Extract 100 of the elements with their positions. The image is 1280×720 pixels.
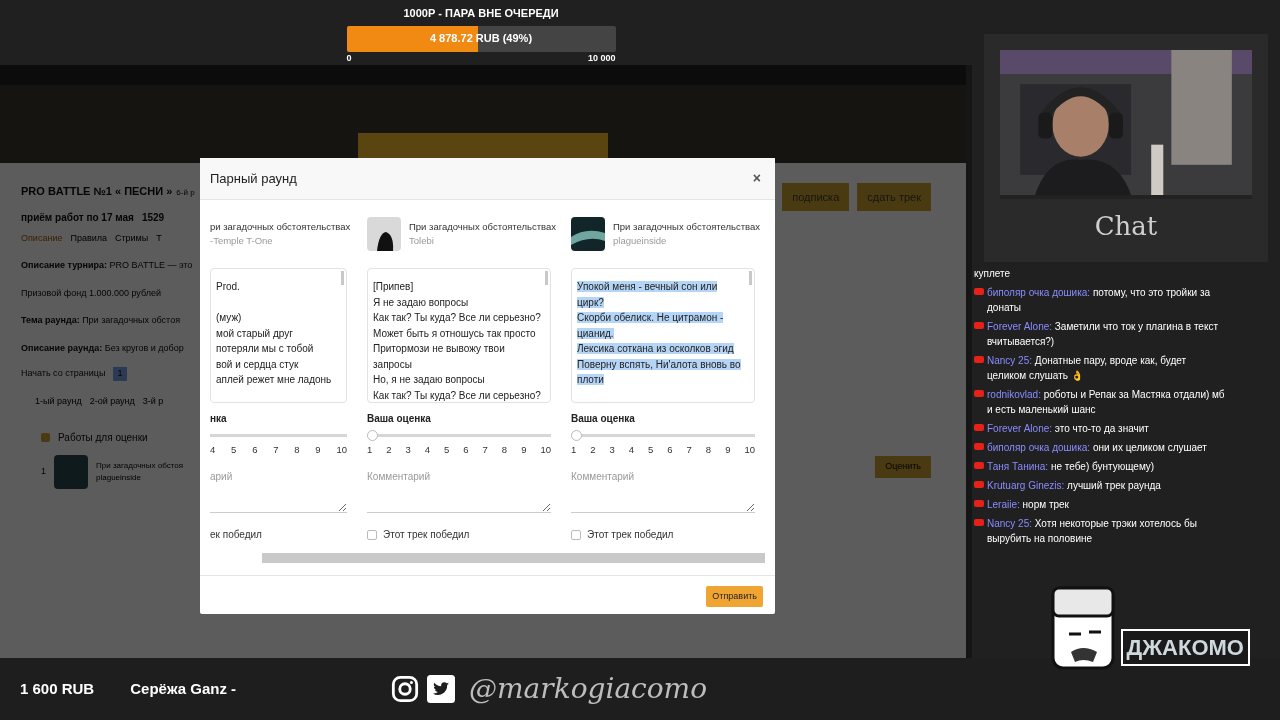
track-title: ри загадочных обстоятельствах: [210, 220, 351, 234]
youtube-icon: [974, 288, 984, 295]
work-cover: [54, 455, 88, 489]
lyrics-line: Как так? Ты куда? Все ли серьезно?: [373, 389, 541, 401]
comment-field[interactable]: арий: [210, 469, 347, 514]
chat-message: Таня Танина: не тебе) бунтующему): [987, 460, 1155, 474]
scale-number: 4: [424, 443, 431, 457]
page-link[interactable]: Т: [156, 231, 162, 245]
lyrics-line: Я не задаю вопросы: [373, 296, 469, 308]
lyrics-box[interactable]: [Припев] Я не задаю вопросы Как так? Ты куда? Все ли серьезно? Может быть я отношусь так просто Притормози не вывожу твои запросы Но, я не задаю вопросы Как так? Ты куда? Все ли серьезно?: [367, 268, 551, 403]
youtube-icon: [974, 322, 984, 329]
participants-count: 1529: [141, 210, 165, 225]
goal-min: 0: [346, 51, 352, 65]
round-link[interactable]: 3-й р: [142, 394, 164, 408]
winner-checkbox[interactable]: [367, 529, 377, 540]
rating-label: нка: [210, 412, 228, 426]
youtube-icon: [974, 519, 984, 526]
comment-field[interactable]: Комментарий: [571, 469, 755, 514]
scale-number: 5: [648, 443, 654, 457]
social-handle: @markogiacomo: [469, 671, 708, 707]
lyrics-line: вой и сердца стук: [216, 358, 299, 370]
scale-number: 7: [482, 443, 488, 457]
track-artist: Tolebi: [409, 234, 435, 248]
page-link[interactable]: Правила: [70, 231, 107, 245]
close-button[interactable]: ×: [748, 168, 765, 189]
modal-title: Парный раунд: [210, 169, 297, 188]
logo-text: ДЖАКОМО: [1120, 629, 1250, 666]
scale-number: 7: [686, 443, 692, 457]
scale-number: 2: [386, 443, 392, 457]
slider-thumb[interactable]: [571, 429, 582, 441]
comment-field[interactable]: Комментарий: [367, 469, 551, 514]
scale-number: 5: [231, 443, 237, 457]
lyrics-line: потеряли мы с тобой: [216, 343, 314, 354]
track-artist: -Temple T-One: [210, 234, 274, 248]
chat-message: Krutuarg Ginezis: лучший трек раунда: [987, 479, 1161, 493]
deadline-text: приём работ по 17 мая: [21, 210, 134, 225]
winner-label: Этот трек победил: [587, 528, 674, 543]
scale-number: 5: [444, 443, 450, 457]
page-paragraph: Призовой фонд 1.000.000 рублей: [21, 286, 161, 300]
lyrics-line: Но, я не задаю вопросы: [373, 374, 485, 385]
chat-message: rodnikovlad: роботы и Репак за Мастяка отдали) мб и есть маленький шанс: [987, 388, 1226, 417]
start-page-label: Начать со страницы: [21, 367, 106, 380]
rating-label: Ваша оценка: [367, 412, 432, 426]
rating-slider[interactable]: [571, 429, 755, 441]
youtube-icon: [974, 424, 984, 431]
page-link[interactable]: Стримы: [114, 231, 149, 245]
send-button[interactable]: Отправить: [706, 586, 763, 608]
scale-number: 10: [540, 443, 551, 457]
scale-number: 9: [521, 443, 527, 457]
instagram-icon[interactable]: [391, 675, 420, 703]
lyrics-line: (муж): [216, 312, 242, 323]
lyrics-line: Prod.: [216, 281, 240, 292]
round-link[interactable]: 1-ый раунд: [35, 394, 82, 408]
scale-number: 6: [252, 443, 258, 457]
chat-message: биполяр очка дошика: потому, что это тройки за донаты: [987, 286, 1212, 315]
chat-message: Forever Alone: это что-то да значит: [987, 422, 1149, 436]
rating-slider[interactable]: [367, 429, 551, 441]
scale-number: 3: [609, 443, 615, 457]
scale-number: 2: [590, 443, 596, 457]
lyrics-line: запросы: [373, 358, 412, 370]
winner-label: ек победил: [210, 528, 262, 543]
chat-message: Nancy 25: Хотя некоторые трэки хотелось бы вырубить на половине: [987, 517, 1198, 546]
youtube-icon: [974, 481, 984, 488]
winner-label: Этот трек победил: [383, 528, 470, 543]
track-artist: plagueinside: [613, 234, 668, 248]
youtube-icon: [974, 462, 984, 469]
chat-message: Nancy 25: Донатные пару, вроде как, будет целиком слушать 👌: [987, 354, 1188, 383]
goal-max: 10 000: [587, 51, 616, 65]
scale-number: 8: [705, 443, 712, 457]
track-title: При загадочных обстоятельствах: [409, 220, 557, 234]
lyrics-box[interactable]: Prod. (муж) мой старый друг потеряли мы с тобой вой и сердца стук аплей режет мне ладонь: [210, 268, 347, 403]
round-link[interactable]: 2-ой раунд: [89, 394, 135, 408]
work-number: 1: [41, 465, 46, 479]
youtube-icon: [974, 443, 984, 450]
winner-checkbox[interactable]: [571, 529, 581, 540]
lyrics-line: мой старый друг: [216, 327, 293, 339]
scale-number: 4: [210, 443, 216, 457]
slider-thumb[interactable]: [367, 429, 378, 441]
chat-message: биполяр очка дошика: они их целиком слушает: [987, 441, 1207, 455]
scale-number: 10: [336, 443, 347, 457]
lyrics-box[interactable]: Упокой меня - вечный сон или цирк? Скорби обелиск. Не цитрамон - цианид. Лексика соткана из осколков эгид Поверну вспять, Ни'алота вновь во плоти: [571, 268, 755, 403]
work-title: При загадочных обстоя: [96, 460, 183, 472]
work-artist: plagueinside: [96, 472, 142, 484]
donor-name: Серёжа Ganz -: [130, 678, 237, 699]
page-paragraph: Описание раунда: Без кругов и добор: [21, 341, 184, 355]
goal-title: 1000Р - ПАРА ВНЕ ОЧЕРЕДИ: [403, 6, 559, 21]
chat-message: Forever Alone: Заметили что ток у плагина в текст вчитывается?): [987, 320, 1219, 349]
scale-number: 6: [463, 443, 469, 457]
page-link[interactable]: Описание: [21, 231, 63, 245]
lyrics-line: аплей режет мне ладонь: [216, 374, 332, 385]
track-title: При загадочных обстоятельствах: [613, 220, 761, 234]
horizontal-scrollbar[interactable]: [262, 553, 765, 564]
tournament-title: PRO BATTLE №1 « ПЕСНИ »: [21, 184, 173, 199]
page-paragraph: Описание турнира: PRO BATTLE — это: [21, 259, 193, 272]
scale-number: 1: [571, 443, 577, 457]
start-page-select[interactable]: 1: [113, 367, 127, 381]
twitter-icon[interactable]: [427, 675, 456, 703]
works-list-icon: [41, 433, 50, 442]
scale-number: 10: [744, 443, 755, 457]
rate-button[interactable]: Оценить: [875, 456, 931, 478]
